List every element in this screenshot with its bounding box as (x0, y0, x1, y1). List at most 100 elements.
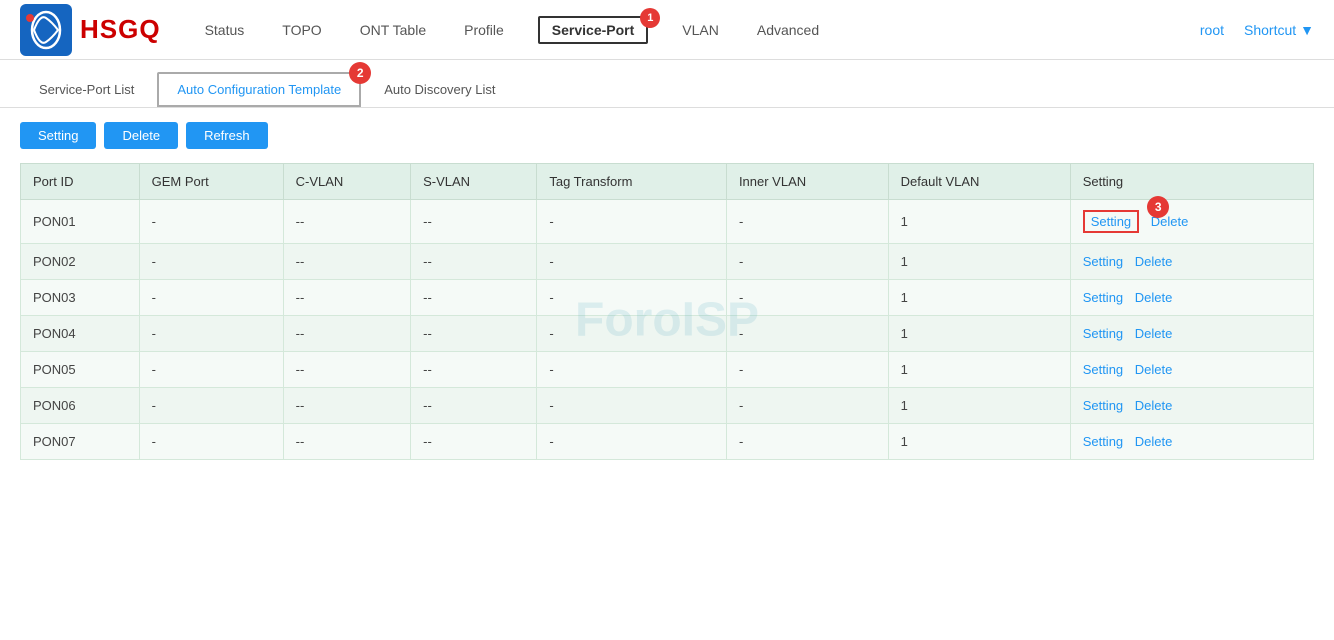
cell-c-vlan: -- (283, 244, 411, 280)
tab-auto-config-template-label: Auto Configuration Template (177, 82, 341, 97)
row-delete-button[interactable]: Delete (1135, 398, 1173, 413)
toolbar: Setting Delete Refresh (0, 108, 1334, 163)
nav-advanced[interactable]: Advanced (753, 4, 823, 56)
cell-s-vlan: -- (411, 200, 537, 244)
cell-default-vlan: 1 (888, 244, 1070, 280)
logo-icon (20, 4, 72, 56)
col-s-vlan: S-VLAN (411, 164, 537, 200)
nav-topo[interactable]: TOPO (278, 4, 325, 56)
cell-default-vlan: 1 (888, 352, 1070, 388)
nav-ont-table[interactable]: ONT Table (356, 4, 430, 56)
row-setting-button[interactable]: Setting (1083, 210, 1139, 233)
cell-s-vlan: -- (411, 244, 537, 280)
nav-service-port[interactable]: Service-Port1 (538, 16, 648, 44)
nav-root[interactable]: root (1200, 22, 1224, 38)
cell-inner-vlan: - (726, 200, 888, 244)
refresh-button[interactable]: Refresh (186, 122, 268, 149)
row-setting-button[interactable]: Setting (1083, 254, 1123, 269)
cell-port-id: PON01 (21, 200, 140, 244)
table-body: PON01 - -- -- - - 1 Setting 3 Delete PON… (21, 200, 1314, 460)
badge-3: 3 (1147, 196, 1169, 218)
cell-actions: Setting Delete (1070, 280, 1313, 316)
cell-s-vlan: -- (411, 280, 537, 316)
cell-inner-vlan: - (726, 316, 888, 352)
cell-tag-transform: - (537, 280, 727, 316)
col-default-vlan: Default VLAN (888, 164, 1070, 200)
cell-c-vlan: -- (283, 280, 411, 316)
cell-gem-port: - (139, 316, 283, 352)
row-delete-button[interactable]: Delete (1135, 434, 1173, 449)
table-row: PON04 - -- -- - - 1 Setting Delete (21, 316, 1314, 352)
cell-inner-vlan: - (726, 388, 888, 424)
cell-c-vlan: -- (283, 388, 411, 424)
col-port-id: Port ID (21, 164, 140, 200)
nav-right: root Shortcut ▼ (1200, 22, 1314, 38)
cell-c-vlan: -- (283, 352, 411, 388)
header: HSGQ Status TOPO ONT Table Profile Servi… (0, 0, 1334, 60)
cell-c-vlan: -- (283, 316, 411, 352)
cell-tag-transform: - (537, 316, 727, 352)
row-delete-button[interactable]: Delete (1135, 362, 1173, 377)
cell-actions: Setting Delete (1070, 424, 1313, 460)
cell-s-vlan: -- (411, 352, 537, 388)
row-delete-button[interactable]: Delete (1135, 290, 1173, 305)
cell-inner-vlan: - (726, 280, 888, 316)
setting-button[interactable]: Setting (20, 122, 96, 149)
col-tag-transform: Tag Transform (537, 164, 727, 200)
col-gem-port: GEM Port (139, 164, 283, 200)
nav-status[interactable]: Status (201, 4, 249, 56)
main-table: Port ID GEM Port C-VLAN S-VLAN Tag Trans… (20, 163, 1314, 460)
col-c-vlan: C-VLAN (283, 164, 411, 200)
row-setting-button[interactable]: Setting (1083, 362, 1123, 377)
cell-tag-transform: - (537, 244, 727, 280)
cell-inner-vlan: - (726, 244, 888, 280)
row-setting-button[interactable]: Setting (1083, 290, 1123, 305)
tab-auto-config-template[interactable]: Auto Configuration Template 2 (157, 72, 361, 107)
cell-port-id: PON04 (21, 316, 140, 352)
cell-actions: Setting Delete (1070, 388, 1313, 424)
row-setting-button[interactable]: Setting (1083, 398, 1123, 413)
cell-tag-transform: - (537, 388, 727, 424)
tab-auto-discovery-list-label: Auto Discovery List (384, 82, 495, 97)
cell-gem-port: - (139, 200, 283, 244)
row-setting-button[interactable]: Setting (1083, 326, 1123, 341)
row-delete-button[interactable]: Delete (1135, 254, 1173, 269)
table-row: PON02 - -- -- - - 1 Setting Delete (21, 244, 1314, 280)
row-delete-button[interactable]: Delete (1135, 326, 1173, 341)
tabs-bar: Service-Port List Auto Configuration Tem… (0, 60, 1334, 108)
cell-actions: Setting Delete (1070, 352, 1313, 388)
cell-s-vlan: -- (411, 316, 537, 352)
cell-inner-vlan: - (726, 424, 888, 460)
cell-inner-vlan: - (726, 352, 888, 388)
cell-c-vlan: -- (283, 200, 411, 244)
cell-actions: Setting Delete (1070, 316, 1313, 352)
tab-auto-discovery-list[interactable]: Auto Discovery List (365, 73, 514, 106)
cell-port-id: PON07 (21, 424, 140, 460)
nav-shortcut[interactable]: Shortcut ▼ (1244, 22, 1314, 38)
cell-gem-port: - (139, 424, 283, 460)
row-setting-button[interactable]: Setting (1083, 434, 1123, 449)
cell-gem-port: - (139, 388, 283, 424)
table-row: PON03 - -- -- - - 1 Setting Delete (21, 280, 1314, 316)
nav-profile[interactable]: Profile (460, 4, 508, 56)
tab-service-port-list[interactable]: Service-Port List (20, 73, 153, 106)
cell-default-vlan: 1 (888, 316, 1070, 352)
cell-port-id: PON03 (21, 280, 140, 316)
nav-vlan[interactable]: VLAN (678, 4, 723, 56)
table-container: Port ID GEM Port C-VLAN S-VLAN Tag Trans… (0, 163, 1334, 460)
cell-gem-port: - (139, 352, 283, 388)
cell-tag-transform: - (537, 200, 727, 244)
table-header: Port ID GEM Port C-VLAN S-VLAN Tag Trans… (21, 164, 1314, 200)
table-row: PON07 - -- -- - - 1 Setting Delete (21, 424, 1314, 460)
tab-service-port-list-label: Service-Port List (39, 82, 134, 97)
cell-port-id: PON06 (21, 388, 140, 424)
shortcut-label: Shortcut (1244, 22, 1296, 38)
cell-gem-port: - (139, 244, 283, 280)
cell-default-vlan: 1 (888, 280, 1070, 316)
chevron-down-icon: ▼ (1300, 22, 1314, 38)
cell-tag-transform: - (537, 352, 727, 388)
cell-c-vlan: -- (283, 424, 411, 460)
cell-default-vlan: 1 (888, 424, 1070, 460)
delete-button[interactable]: Delete (104, 122, 178, 149)
cell-port-id: PON05 (21, 352, 140, 388)
